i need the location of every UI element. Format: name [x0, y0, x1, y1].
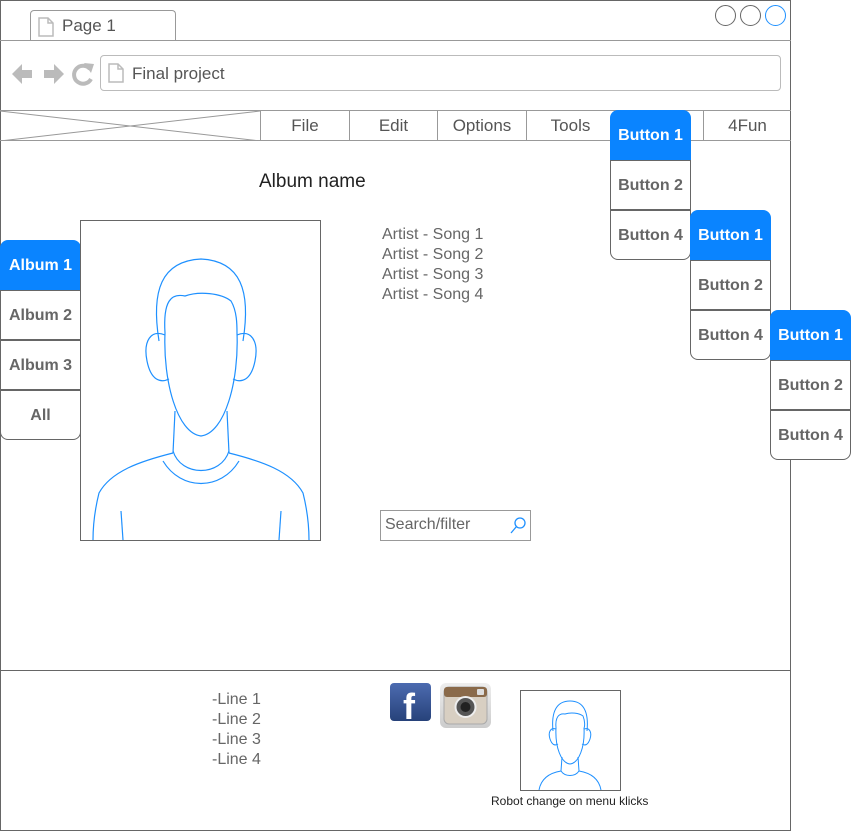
- search-input[interactable]: [385, 514, 505, 536]
- page-icon: [38, 17, 54, 37]
- menu-options[interactable]: Options: [437, 111, 526, 141]
- page-icon: [108, 63, 124, 83]
- logo-placeholder: [0, 110, 261, 142]
- tab-title: Page 1: [62, 16, 116, 35]
- reload-icon[interactable]: [72, 63, 94, 86]
- menu-4fun[interactable]: 4Fun: [703, 111, 791, 141]
- album-item-3[interactable]: Album 3: [0, 340, 81, 390]
- instagram-icon[interactable]: [440, 683, 491, 728]
- footer-line-4: -Line 4: [212, 751, 261, 768]
- nav-controls: [10, 60, 96, 93]
- dropdown3-button-2[interactable]: Button 2: [770, 360, 851, 410]
- dropdown3-button-1[interactable]: Button 1: [770, 310, 851, 360]
- dropdown2-button-4[interactable]: Button 4: [690, 310, 771, 360]
- back-icon[interactable]: [12, 64, 32, 84]
- search-icon[interactable]: [509, 516, 527, 536]
- song-item-1[interactable]: Artist - Song 1: [382, 225, 483, 245]
- footer-line-2: -Line 2: [212, 711, 261, 728]
- search-box: [380, 510, 531, 541]
- dropdown2-button-2[interactable]: Button 2: [690, 260, 771, 310]
- song-item-3[interactable]: Artist - Song 3: [382, 265, 483, 285]
- robot-caption: Robot change on menu klicks: [491, 794, 649, 808]
- album-item-2[interactable]: Album 2: [0, 290, 81, 340]
- album-item-all[interactable]: All: [0, 390, 81, 440]
- tab-divider: [0, 40, 791, 41]
- facebook-icon[interactable]: f: [390, 683, 431, 727]
- dropdown1-button-1[interactable]: Button 1: [610, 110, 691, 160]
- maximize-button[interactable]: [740, 5, 761, 26]
- menu-edit[interactable]: Edit: [349, 111, 437, 141]
- footer-divider: [0, 670, 791, 671]
- dropdown1-button-2[interactable]: Button 2: [610, 160, 691, 210]
- person-icon: [538, 700, 602, 791]
- menu-tools[interactable]: Tools: [526, 111, 614, 141]
- dropdown3-button-4[interactable]: Button 4: [770, 410, 851, 460]
- album-item-1[interactable]: Album 1: [0, 240, 81, 290]
- dropdown2-button-1[interactable]: Button 1: [690, 210, 771, 260]
- robot-image: [520, 690, 621, 791]
- browser-tab[interactable]: Page 1: [30, 10, 176, 41]
- album-cover: [80, 220, 321, 541]
- menu-file[interactable]: File: [260, 111, 349, 141]
- forward-icon[interactable]: [44, 64, 64, 84]
- footer-line-1: -Line 1: [212, 691, 261, 708]
- close-button[interactable]: [765, 5, 786, 26]
- album-title: Album name: [259, 171, 366, 192]
- song-item-2[interactable]: Artist - Song 2: [382, 245, 483, 265]
- dropdown1-button-4[interactable]: Button 4: [610, 210, 691, 260]
- address-bar[interactable]: Final project: [100, 55, 781, 91]
- footer-line-3: -Line 3: [212, 731, 261, 748]
- address-text: Final project: [132, 64, 225, 83]
- minimize-button[interactable]: [715, 5, 736, 26]
- song-item-4[interactable]: Artist - Song 4: [382, 285, 483, 305]
- person-icon: [92, 258, 310, 541]
